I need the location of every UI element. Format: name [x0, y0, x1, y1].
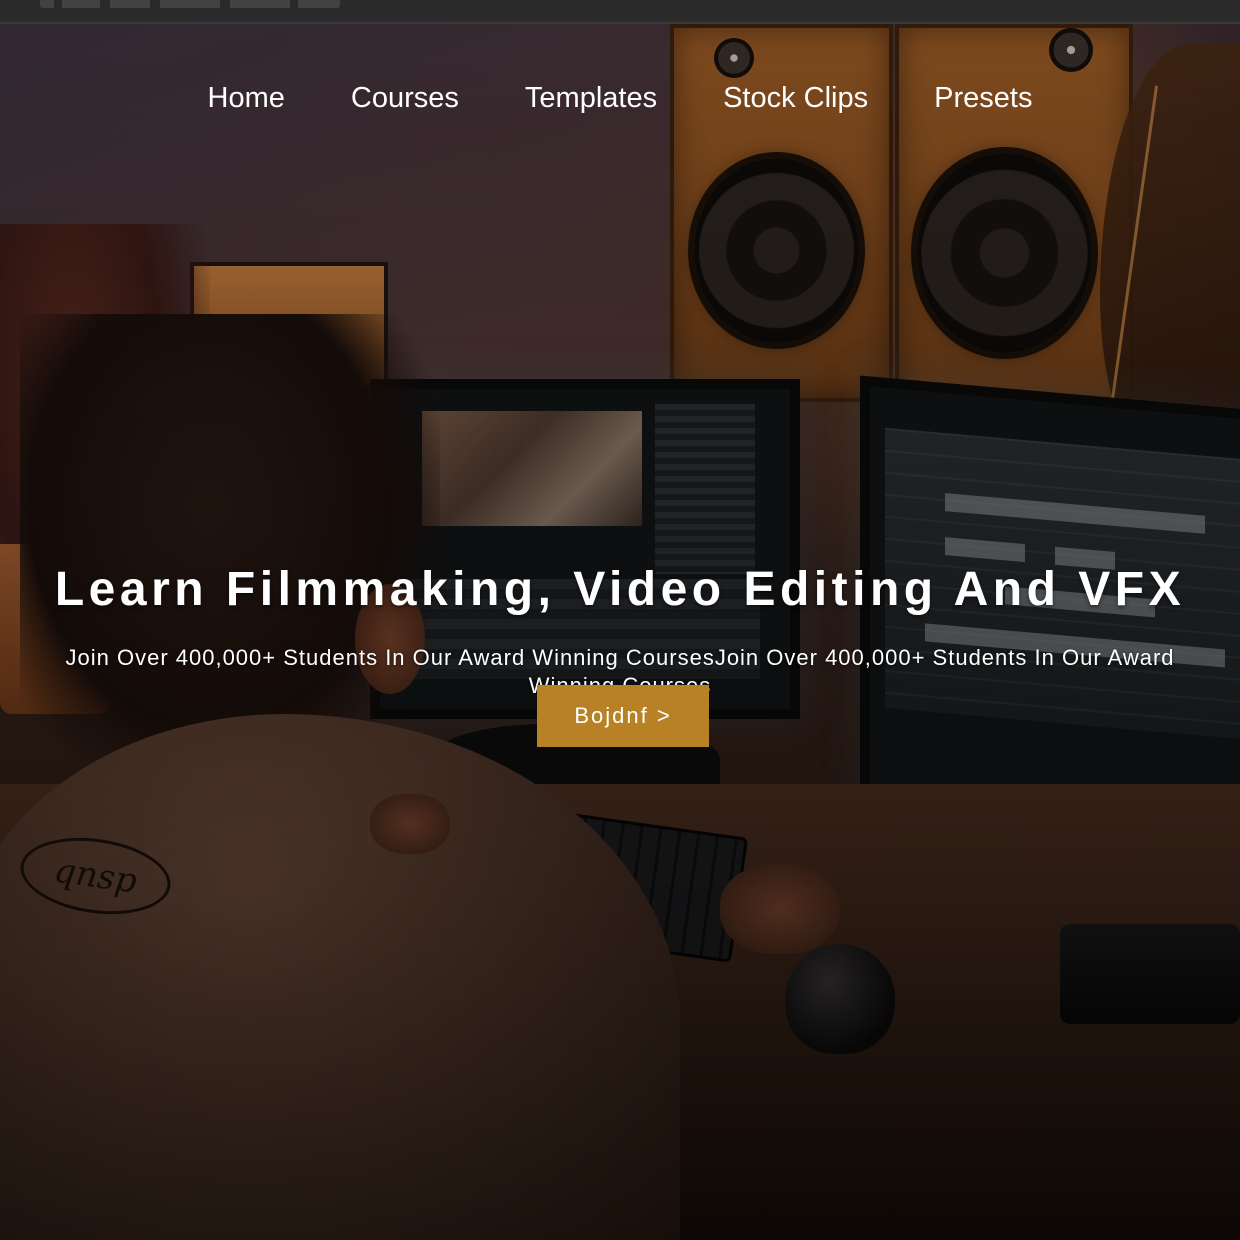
nav-item-presets[interactable]: Presets	[934, 82, 1032, 115]
nav-item-courses[interactable]: Courses	[351, 82, 459, 115]
hero-headline: Learn Filmmaking, Video Editing And VFX	[54, 563, 1186, 616]
nav-item-home[interactable]: Home	[208, 82, 285, 115]
nav-item-stock-clips[interactable]: Stock Clips	[723, 82, 868, 115]
nav-item-templates[interactable]: Templates	[525, 82, 657, 115]
hero-section: qnsp Home Courses Templates Stock Clips …	[0, 24, 1240, 1240]
browser-bar	[0, 0, 1240, 24]
dim-overlay	[0, 24, 1240, 1240]
cta-button[interactable]: Bojdnf >	[537, 685, 709, 747]
browser-tab-strip	[40, 0, 340, 8]
main-nav: Home Courses Templates Stock Clips Prese…	[0, 82, 1240, 115]
hero-subline-line-1: Join Over 400,000+ Students In Our Award…	[65, 645, 1175, 670]
